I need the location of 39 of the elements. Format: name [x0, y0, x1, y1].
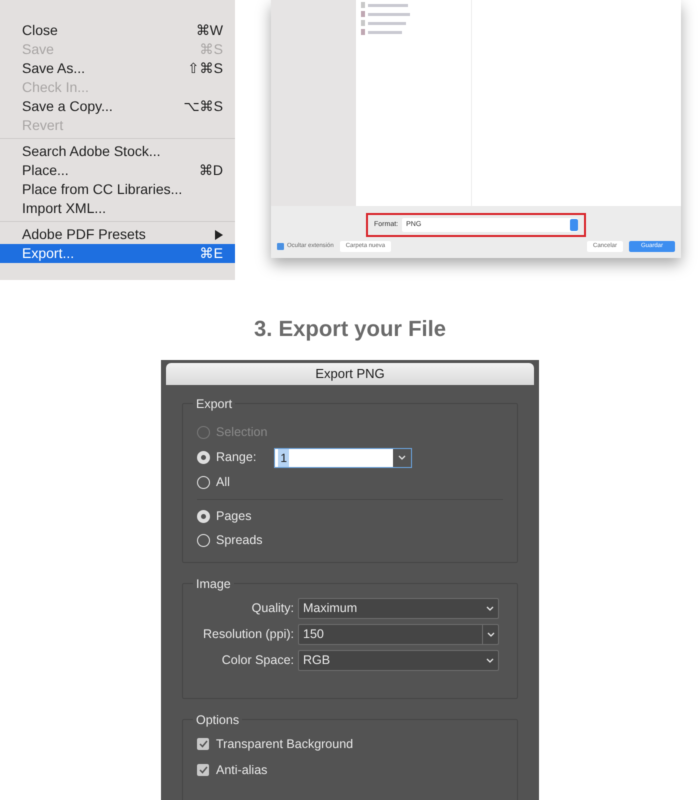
stepper-icon	[570, 219, 578, 231]
radio-label: Spreads	[216, 532, 263, 549]
blurred-filename	[368, 30, 402, 34]
chevron-down-icon	[398, 454, 406, 460]
checkbox[interactable]	[277, 243, 284, 250]
menu-item[interactable]: Close ⌘W	[0, 21, 235, 40]
dropdown-select[interactable]: Maximum	[298, 598, 499, 619]
checkbox[interactable]	[197, 738, 209, 750]
field-label: Quality:	[250, 600, 295, 618]
checkbox[interactable]	[197, 764, 209, 776]
chevron-down-icon	[486, 632, 494, 638]
field-label: Resolution (ppi):	[202, 626, 295, 644]
checkmark-icon	[198, 740, 208, 748]
chevron-down-icon	[486, 606, 494, 612]
chevron-down-icon	[486, 658, 494, 664]
submenu-arrow-icon	[215, 230, 223, 240]
blurred-filename	[368, 12, 410, 16]
window-title: Export PNG	[166, 363, 534, 385]
step-heading: 3. Export your File	[253, 315, 447, 342]
menu-item[interactable]: Place from CC Libraries...	[0, 180, 235, 199]
checkbox-label: Transparent Background	[216, 736, 354, 753]
menu-item[interactable]: Save As... ⇧⌘S	[0, 59, 235, 78]
resolution-combo-box[interactable]: 150	[298, 624, 499, 645]
menu-item[interactable]: Export... ⌘E	[0, 244, 235, 263]
radio-label: Pages	[216, 508, 252, 525]
menu-item[interactable]: Save a Copy... ⌥⌘S	[0, 97, 235, 116]
field-label: Color Space:	[220, 652, 295, 670]
menu-item[interactable]: Place... ⌘D	[0, 161, 235, 180]
checkbox-label: Anti-alias	[216, 762, 268, 779]
checkmark-icon	[198, 766, 208, 774]
range-field[interactable]: 1	[274, 448, 412, 468]
blurred-filename	[368, 22, 406, 24]
radio-label: All	[216, 474, 230, 492]
dropdown-select[interactable]: RGB	[298, 650, 499, 671]
blurred-filename	[368, 4, 408, 6]
radio-label: Range:	[216, 449, 256, 466]
menu-item[interactable]: Search Adobe Stock...	[0, 142, 235, 161]
menu-item[interactable]: Import XML...	[0, 199, 235, 218]
menu-item[interactable]: Adobe PDF Presets	[0, 225, 235, 244]
